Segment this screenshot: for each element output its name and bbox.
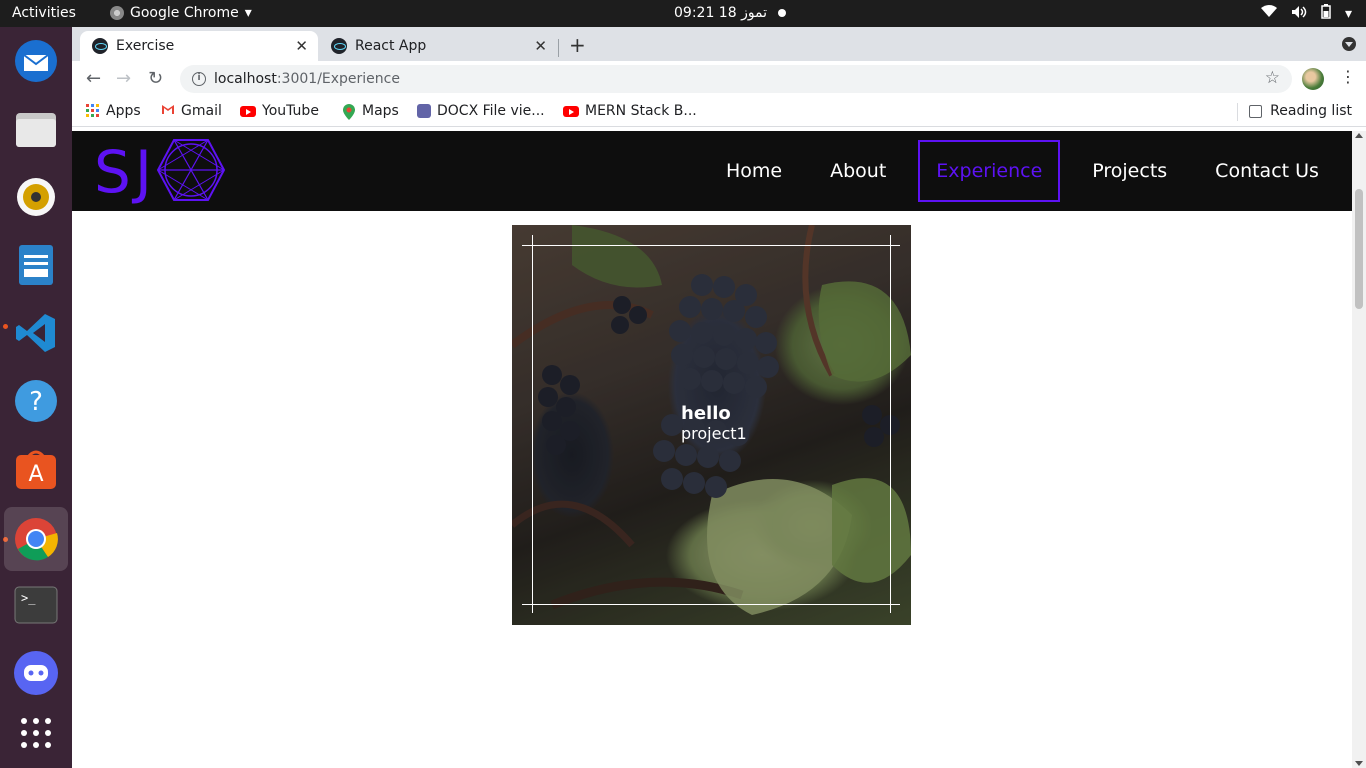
url-host: localhost [214,71,277,87]
reading-list-button[interactable]: Reading list [1249,103,1352,119]
bookmark-youtube[interactable]: YouTube [240,103,319,119]
close-tab-icon[interactable]: ✕ [295,37,308,55]
back-icon[interactable]: ← [86,68,101,89]
app-menu-label: Google Chrome [130,5,239,21]
app-menu[interactable]: Google Chrome ▾ [110,5,252,21]
more-menu-icon[interactable]: ⋮ [1340,67,1356,86]
browser-window: Exercise ✕ React App ✕ + ← → ↻ i localho… [72,27,1366,768]
wifi-icon [1260,5,1277,22]
scroll-down-arrow-icon[interactable] [1355,761,1363,766]
software-center-icon[interactable]: A [10,443,62,495]
site-navbar: SJ Home About Experience Projects Contac… [72,131,1352,211]
frame-line-left [532,235,533,613]
frame-line-bottom [522,604,900,605]
bookmark-apps[interactable]: Apps [86,103,141,119]
writer-icon[interactable] [10,239,62,291]
tab-exercise[interactable]: Exercise ✕ [80,31,318,61]
page-viewport: SJ Home About Experience Projects Contac… [72,131,1352,768]
tab-title: Exercise [116,38,175,54]
tab-title: React App [355,38,427,54]
frame-line-top [522,245,900,246]
tab-react-app[interactable]: React App ✕ [319,31,557,61]
bookmark-label: MERN Stack B... [585,103,697,119]
svg-text:?: ? [29,387,43,417]
bookmark-label: DOCX File vie... [437,103,545,119]
tab-search-icon[interactable] [1342,37,1356,51]
bookmark-label: Gmail [181,103,222,119]
clock[interactable]: 09:21 18 تموز [674,5,767,21]
nav-home[interactable]: Home [702,140,806,202]
rhythmbox-icon[interactable] [10,171,62,223]
reading-list-label: Reading list [1270,103,1352,119]
close-tab-icon[interactable]: ✕ [534,37,547,55]
terminal-icon[interactable]: >_ [10,579,62,631]
help-icon[interactable]: ? [10,375,62,427]
system-top-bar: Activities Google Chrome ▾ 09:21 18 تموز… [0,0,1366,27]
tab-separator [558,39,559,57]
address-bar[interactable]: i localhost:3001/Experience ☆ [180,65,1292,93]
bookmark-maps[interactable]: Maps [342,103,399,120]
gmail-icon [161,104,175,118]
bookmark-docx[interactable]: DOCX File vie... [417,103,545,119]
bookmark-label: Apps [106,103,141,119]
chrome-dock-icon[interactable] [4,507,68,571]
activities-button[interactable]: Activities [12,5,76,21]
nav-projects[interactable]: Projects [1068,140,1191,202]
show-applications-icon[interactable] [10,707,62,759]
profile-avatar[interactable] [1302,68,1324,90]
scrollbar-thumb[interactable] [1355,189,1363,309]
apps-grid-icon [86,104,100,118]
system-status-menu[interactable]: ▾ [1260,4,1352,23]
page-scrollbar[interactable] [1352,131,1366,768]
card-caption: hello project1 [681,403,747,443]
new-tab-button[interactable]: + [569,33,586,57]
scroll-up-arrow-icon[interactable] [1355,133,1363,138]
maps-icon [342,104,356,120]
nav-contact-us[interactable]: Contact Us [1191,140,1343,202]
bookmark-star-icon[interactable]: ☆ [1265,68,1280,88]
discord-icon[interactable] [10,647,62,699]
youtube-icon [563,105,579,117]
site-info-icon[interactable]: i [192,72,206,86]
site-nav-links: Home About Experience Projects Contact U… [702,131,1343,211]
bookmark-label: YouTube [262,103,319,119]
vscode-icon[interactable] [10,307,62,359]
dock: ? A >_ [0,27,72,768]
site-logo[interactable]: SJ [94,137,226,207]
forward-icon[interactable]: → [116,68,131,89]
project-card[interactable]: hello project1 [512,225,911,625]
url-path: :3001/Experience [276,71,400,87]
notification-dot-icon [778,9,786,17]
reload-icon[interactable]: ↻ [148,68,163,89]
chevron-down-icon: ▾ [244,5,252,21]
react-favicon-icon [92,38,108,54]
tab-strip: Exercise ✕ React App ✕ + [72,27,1366,61]
bookmarks-separator [1237,103,1238,121]
files-icon[interactable] [10,103,62,155]
svg-text:A: A [28,462,43,487]
battery-icon [1321,4,1331,23]
react-favicon-icon [331,38,347,54]
logo-text: SJ [94,138,156,206]
chevron-down-icon: ▾ [1344,5,1352,22]
card-title: hello [681,403,731,424]
chrome-icon [110,6,124,20]
teams-icon [417,104,431,118]
svg-text:>_: >_ [21,591,36,605]
thunderbird-icon[interactable] [10,35,62,87]
youtube-icon [240,105,256,117]
running-indicator [3,324,8,329]
nav-about[interactable]: About [806,140,910,202]
volume-icon [1291,5,1307,23]
reading-list-icon [1249,104,1263,118]
bookmark-label: Maps [362,103,399,119]
card-subtitle: project1 [681,424,747,443]
browser-toolbar: ← → ↻ i localhost:3001/Experience ☆ ⋮ [72,61,1366,97]
bookmark-mern[interactable]: MERN Stack B... [563,103,697,119]
frame-line-right [890,235,891,613]
bookmark-gmail[interactable]: Gmail [161,103,222,119]
hexagon-logo-icon [156,137,226,207]
nav-experience[interactable]: Experience [918,140,1061,202]
bookmarks-bar: Apps Gmail YouTube Maps DOCX File vie...… [72,97,1366,127]
